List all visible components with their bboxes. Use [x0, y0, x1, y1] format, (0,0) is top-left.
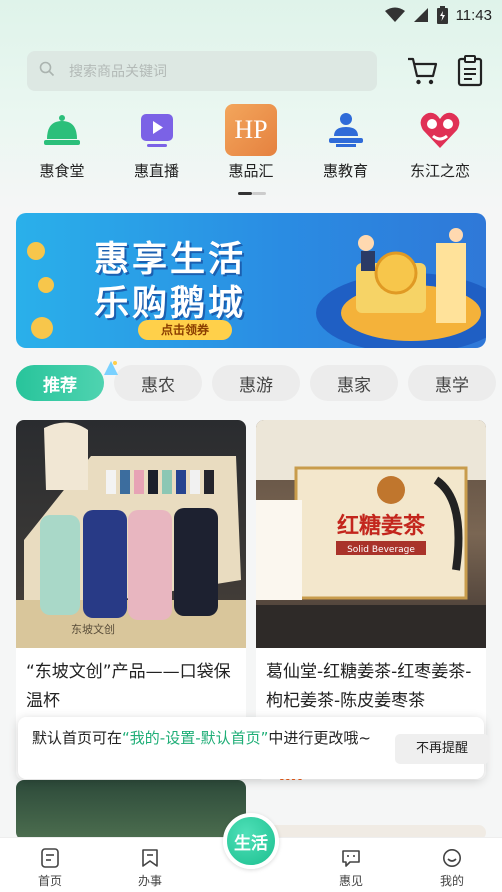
product-image-subtitle: Solid Beverage	[347, 545, 415, 555]
play-icon	[131, 104, 183, 156]
tip-message: 默认首页可在“我的-设置-默认首页”中进行更改哦~	[32, 727, 392, 749]
hp-logo-icon: HP	[225, 104, 277, 156]
quick-nav-item-mall[interactable]: HP 惠品汇	[205, 104, 297, 184]
hp-logo-text: HP	[225, 104, 277, 156]
status-time: 11:43	[455, 6, 492, 24]
tab-travel[interactable]: 惠游	[212, 365, 300, 401]
quick-nav-item-canteen[interactable]: 惠食堂	[16, 104, 108, 184]
nav-home[interactable]: 首页	[20, 848, 80, 889]
quick-nav: 惠食堂 惠直播 HP 惠品汇 惠教育 东江之恋	[16, 104, 486, 184]
teacher-icon	[320, 104, 372, 156]
signal-icon	[413, 7, 429, 23]
product-image-caption: 东坡文创	[71, 622, 115, 636]
nav-label: 首页	[37, 874, 62, 888]
page-indicator	[238, 192, 266, 195]
battery-icon	[436, 6, 448, 24]
nav-services[interactable]: 办事	[120, 848, 180, 889]
search-icon	[39, 61, 55, 81]
tip-text-after: 中进行更改哦~	[268, 729, 371, 747]
banner-title-line2: 乐购鹅城	[94, 284, 247, 324]
search-placeholder: 搜索商品关键词	[69, 64, 167, 80]
chat-icon	[342, 850, 360, 867]
category-tabs: 推荐 惠农 惠游 惠家 惠学	[16, 361, 502, 403]
product-image-title: 红糖姜茶	[337, 513, 426, 539]
nav-profile[interactable]: 我的	[422, 848, 482, 889]
tip-text-highlight: “我的-设置-默认首页”	[122, 729, 269, 747]
tab-badge-icon	[104, 361, 118, 375]
quick-nav-item-dongjiang[interactable]: 东江之恋	[394, 104, 486, 184]
quick-nav-label: 惠品汇	[228, 162, 274, 180]
order-list-icon[interactable]	[455, 55, 487, 87]
product-image: 红糖姜茶 Solid Beverage	[256, 420, 486, 648]
bookmark-icon	[142, 849, 158, 867]
heart-logo-icon	[414, 104, 466, 156]
default-home-tip: 默认首页可在“我的-设置-默认首页”中进行更改哦~ 不再提醒	[18, 717, 489, 779]
nav-social[interactable]: 惠见	[321, 848, 381, 889]
product-title: 葛仙堂-红糖姜茶-红枣姜茶-枸杞姜茶-陈皮姜枣茶	[266, 662, 472, 711]
quick-nav-label: 惠直播	[133, 162, 179, 180]
product-image: 东坡文创	[16, 420, 246, 648]
quick-nav-label: 惠教育	[322, 162, 368, 180]
dismiss-tip-button[interactable]: 不再提醒	[395, 734, 489, 764]
quick-nav-item-live[interactable]: 惠直播	[111, 104, 203, 184]
tab-recommend[interactable]: 推荐	[16, 365, 104, 401]
nav-label: 办事	[137, 874, 162, 888]
search-input[interactable]: 搜索商品关键词	[27, 51, 377, 91]
status-bar: 11:43	[0, 0, 502, 30]
promo-banner[interactable]: 惠享生活 乐购鹅城 点击领券	[16, 213, 486, 348]
life-center-button[interactable]: 生活	[223, 813, 279, 869]
product-card-partial[interactable]	[16, 780, 246, 840]
product-title: “东坡文创”产品——口袋保温杯	[26, 662, 231, 711]
nav-label: 惠见	[338, 874, 363, 888]
tab-study[interactable]: 惠学	[408, 365, 496, 401]
quick-nav-label: 惠食堂	[39, 162, 85, 180]
cart-icon[interactable]	[406, 56, 438, 86]
nav-label: 我的	[439, 874, 464, 888]
tab-home[interactable]: 惠家	[310, 365, 398, 401]
home-doc-icon	[41, 848, 59, 868]
tip-text-before: 默认首页可在	[32, 729, 123, 747]
wifi-icon	[384, 7, 405, 23]
smile-icon	[443, 849, 461, 867]
quick-nav-item-education[interactable]: 惠教育	[300, 104, 392, 184]
banner-decoration	[27, 228, 486, 348]
tab-agriculture[interactable]: 惠农	[114, 365, 202, 401]
quick-nav-label: 东江之恋	[409, 162, 470, 180]
coupon-button[interactable]: 点击领券	[138, 320, 232, 340]
cloche-icon	[36, 104, 88, 156]
